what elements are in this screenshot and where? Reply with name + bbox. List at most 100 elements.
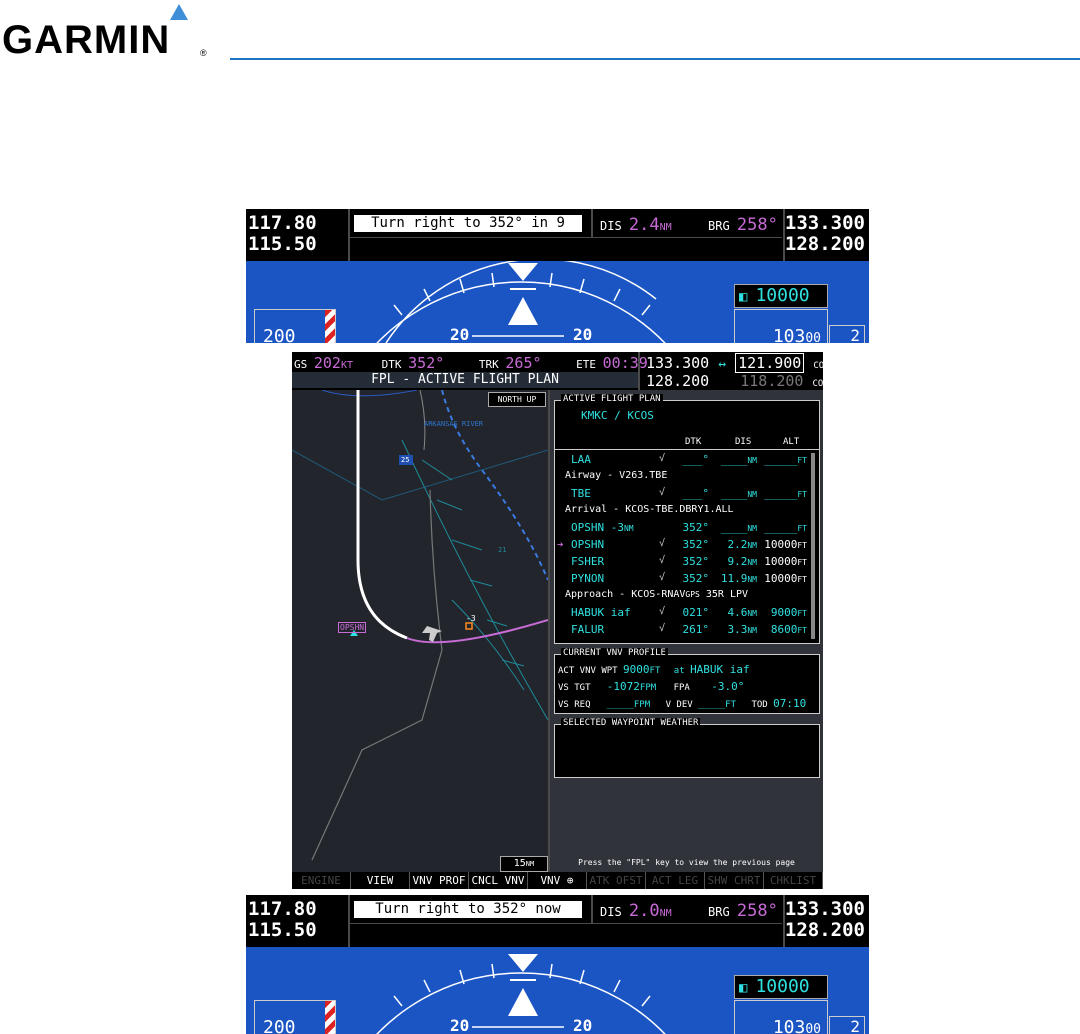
dis-cell: 2.2NM	[727, 538, 757, 551]
col-dis: DIS	[735, 437, 752, 447]
registered-mark: ®	[200, 48, 207, 58]
flight-plan-row[interactable]: LAA √ ___° ____NM _____FT	[555, 453, 810, 469]
nav2-freq: 115.50	[248, 233, 317, 255]
flight-plan-leg-header[interactable]: Arrival - KCOS-TBE.DBRY1.ALL	[555, 504, 810, 520]
flight-plan-row[interactable]: FALUR √ 261° 3.3NM 8600FT	[555, 623, 810, 639]
softkey-vnv[interactable]: VNV ⊕	[528, 872, 587, 889]
leg-descent-icon: √	[659, 487, 666, 498]
separator	[591, 895, 593, 923]
altitude-tape: 10300	[734, 1000, 828, 1034]
swap-arrow-icon: ↔	[718, 357, 727, 372]
moving-map[interactable]: NORTH UP ARKANSAS RIVER 25 21 -3 OPSHN 1…	[292, 390, 548, 872]
waypoint-name: OPSHN	[571, 538, 605, 551]
nav2-freq: 115.50	[248, 919, 317, 941]
scrollbar[interactable]	[811, 453, 815, 639]
selected-altitude[interactable]: ◧ 10000	[734, 975, 828, 999]
flight-plan-row[interactable]: OPSHN -3NM 352° ____NM _____FT	[555, 521, 810, 537]
com2-active: 128.200	[646, 372, 710, 390]
com1-active: 133.300	[646, 354, 710, 372]
dtk-cell: ___°	[682, 487, 710, 500]
waypoint-name: FALUR	[571, 623, 605, 636]
softkey-shw-chrt[interactable]: SHW CHRT	[705, 872, 764, 889]
flight-plan-leg-header[interactable]: Airway - V263.TBE	[555, 470, 810, 486]
nav-frequencies[interactable]: 117.80 115.50	[248, 213, 317, 255]
softkey-engine[interactable]: ENGINE	[292, 872, 351, 889]
active-leg-arrow-icon: ➔	[557, 538, 564, 551]
selected-altitude[interactable]: ◧ 10000	[734, 284, 828, 308]
map-orientation[interactable]: NORTH UP	[488, 392, 546, 407]
dtk-cell: 021°	[682, 606, 710, 619]
dtk-cell: 352°	[682, 572, 710, 585]
separator	[348, 209, 350, 261]
softkey-view[interactable]: VIEW	[351, 872, 410, 889]
softkey-act-leg[interactable]: ACT LEG	[646, 872, 705, 889]
pitch-label-left: 20	[450, 325, 470, 343]
separator	[591, 209, 593, 237]
bearing-value: 258°	[736, 215, 778, 235]
barber-pole	[325, 310, 335, 343]
alt-cell: 10000FT	[764, 538, 807, 551]
vnv-vs-required: VS REQ _____FPM V DEV _____FT TOD 07:10	[558, 697, 807, 710]
waypoint-label-opshn[interactable]: OPSHN	[338, 622, 367, 633]
turn-advisory-message: Turn right to 352° now	[354, 901, 582, 918]
altitude-bug-icon: ◧	[739, 289, 748, 305]
com2-standby: 118.200	[740, 372, 804, 390]
ete-value: 00:39	[602, 354, 648, 372]
airspeed-value: 200	[263, 326, 296, 343]
pitch-label-left: 20	[450, 1016, 470, 1034]
vnv-profile-panel: CURRENT VNV PROFILE ACT VNV WPT 9000FT a…	[554, 648, 820, 714]
airspeed-tape: 200	[254, 309, 336, 343]
com1-freq: 133.300	[784, 212, 865, 234]
softkey-atk-ofst[interactable]: ATK OFST	[587, 872, 646, 889]
map-graphics	[292, 390, 548, 861]
airspeed-value: 200	[263, 1017, 296, 1034]
garmin-triangle-icon	[170, 4, 188, 20]
flight-plan-row[interactable]: TBE √ ___° ____NM _____FT	[555, 487, 810, 503]
flight-plan-row[interactable]: HABUK iaf √ 021° 4.6NM 9000FT	[555, 606, 810, 622]
leg-descent-icon: √	[659, 555, 666, 566]
com1-standby: 121.900	[735, 353, 805, 373]
softkey-chklist[interactable]: CHKLIST	[764, 872, 823, 889]
vnv-vs-target: VS TGT -1072FPM FPA -3.0°	[558, 680, 745, 693]
active-flight-plan-panel: ACTIVE FLIGHT PLAN KMKC / KCOS DTK DIS A…	[554, 394, 820, 644]
alt-cell: 10000FT	[764, 555, 807, 568]
col-alt: ALT	[783, 437, 800, 447]
bearing-field: BRG 258°	[708, 215, 778, 235]
nav-frequencies[interactable]: 117.80 115.50	[248, 899, 317, 941]
map-range[interactable]: 15NM	[500, 856, 548, 872]
alt-cell: 8600FT	[770, 623, 807, 636]
altitude-value: 103	[772, 326, 806, 343]
com2-freq: 128.200	[784, 919, 865, 941]
flight-plan-row[interactable]: PYNON √ 352° 11.9NM 10000FT	[555, 572, 810, 588]
softkey-vnv-prof[interactable]: VNV PROF	[410, 872, 469, 889]
waypoint-name: TBE	[571, 487, 591, 500]
dis-cell: ____NM	[720, 487, 757, 500]
col-dtk: DTK	[685, 437, 702, 447]
com-frequencies[interactable]: 133.300 128.200	[785, 213, 865, 255]
pfd-top-bar: 117.80 115.50 Turn right to 352° now DIS…	[246, 895, 869, 947]
airspeed-tape: 200	[254, 1000, 336, 1034]
alt-cell: 9000FT	[770, 606, 807, 619]
flight-plan-row[interactable]: ➔ OPSHN √ 352° 2.2NM 10000FT	[555, 538, 810, 554]
distance-field: DIS 2.0NM	[600, 901, 672, 921]
separator	[638, 352, 640, 390]
header-divider	[555, 449, 819, 450]
com-frequencies[interactable]: 133.300 128.200	[785, 899, 865, 941]
softkey-cncl-vnv[interactable]: CNCL VNV	[469, 872, 528, 889]
waypoint-weather-panel: SELECTED WAYPOINT WEATHER	[554, 718, 820, 778]
softkey-bar: ENGINE VIEW VNV PROF CNCL VNV VNV ⊕ ATK OFST A…	[292, 872, 823, 889]
trk-value: 265°	[505, 354, 542, 372]
leg-header-text: Approach - KCOS-RNAVGPS 35R LPV	[565, 589, 749, 600]
footer-message: Press the "FPL" key to view the previous…	[578, 858, 795, 867]
panel-title: ACTIVE FLIGHT PLAN	[561, 394, 663, 404]
nav-data-bar: GS 202KT DTK 352° TRK 265° ETE 00:39	[294, 354, 648, 372]
waypoint-name: PYNON	[571, 572, 605, 585]
altitude-tape: 10300	[734, 309, 828, 343]
dtk-cell: 352°	[682, 521, 710, 534]
bearing-field: BRG 258°	[708, 901, 778, 921]
waypoint-name: LAA	[571, 453, 591, 466]
panel-title: CURRENT VNV PROFILE	[561, 648, 668, 658]
dtk-cell: ___°	[682, 453, 710, 466]
flight-plan-row[interactable]: FSHER √ 352° 9.2NM 10000FT	[555, 555, 810, 571]
flight-plan-leg-header[interactable]: Approach - KCOS-RNAVGPS 35R LPV	[555, 589, 810, 605]
